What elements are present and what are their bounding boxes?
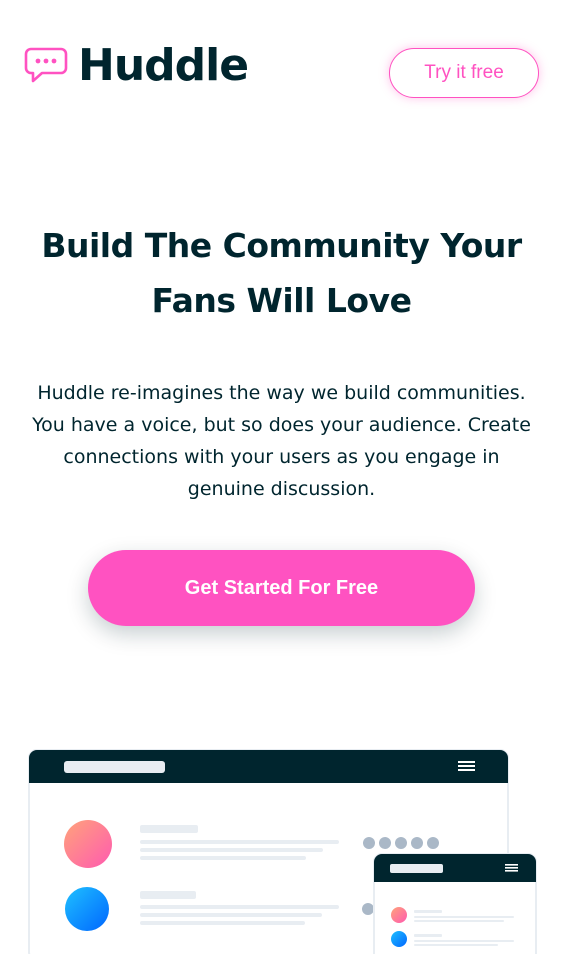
brand-logo[interactable]: Huddle	[24, 40, 249, 91]
mobile-window	[373, 853, 537, 954]
chat-bubble-icon	[24, 47, 68, 83]
hero-description: Huddle re-imagines the way we build comm…	[32, 382, 531, 500]
try-free-button[interactable]: Try it free	[389, 48, 539, 98]
get-started-button[interactable]: Get Started For Free	[88, 550, 475, 626]
hero-title: Build The Community Your Fans Will Love	[41, 226, 522, 320]
brand-name: Huddle	[78, 40, 249, 91]
community-mockup-illustration	[28, 749, 537, 954]
site-header: Huddle Try it free	[0, 0, 563, 140]
hamburger-menu-icon	[458, 761, 475, 771]
